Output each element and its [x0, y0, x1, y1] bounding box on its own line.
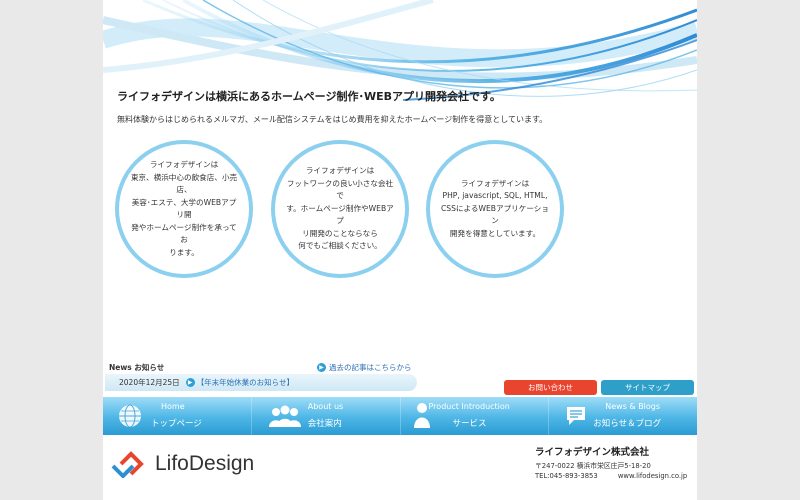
nav-home-ja: トップページ	[151, 419, 202, 429]
chat-icon	[567, 407, 586, 425]
hero-subline: 無料体験からはじめられるメルマガ、メール配信システムをはじめ費用を抑えたホームペ…	[117, 115, 548, 124]
contact-button[interactable]: お問い合わせ	[504, 380, 597, 395]
footer: LifoDesign ライフォデザイン株式会社 〒247-0022 横浜市栄区庄…	[103, 436, 697, 500]
main-nav: Home トップページ About us 会社案内 Product Introd…	[103, 397, 697, 435]
feature-circle-1: ライフォデザインは 東京、横浜中心の飲食店、小売店、 美容･エステ、大学のWEB…	[115, 140, 253, 278]
feature-circle-2: ライフォデザインは フットワークの良い小さな会社で す。ホームページ制作やWEB…	[271, 140, 409, 278]
nav-item-news[interactable]: News & Blogs お知らせ＆ブログ	[549, 397, 697, 435]
hero-wave-decoration	[103, 0, 697, 101]
hero-headline: ライフォデザインは横浜にあるホームページ制作･WEBアプリ開発会社です。	[117, 90, 501, 103]
nav-home-en: Home	[161, 402, 185, 411]
company-tel: TEL:045-893-3853	[535, 472, 598, 480]
arrow-right-icon: ▶	[317, 363, 326, 372]
nav-about-en: About us	[307, 402, 344, 411]
sitemap-button[interactable]: サイトマップ	[601, 380, 694, 395]
company-logo[interactable]: LifoDesign	[111, 450, 254, 478]
feature-circle-text: ライフォデザインは 東京、横浜中心の飲食店、小売店、 美容･エステ、大学のWEB…	[130, 160, 238, 257]
feature-circle-text: ライフォデザインは フットワークの良い小さな会社で す。ホームページ制作やWEB…	[286, 166, 394, 251]
nav-news-ja: お知らせ＆ブログ	[593, 419, 662, 429]
page: ライフォデザインは横浜にあるホームページ制作･WEBアプリ開発会社です。 無料体…	[103, 0, 697, 500]
company-contact: TEL:045-893-3853 www.lifodesign.co.jp	[535, 472, 687, 480]
feature-circle-text: ライフォデザインは PHP, javascript, SQL, HTML, CS…	[440, 178, 549, 238]
news-date: 2020年12月25日	[119, 378, 180, 387]
news-archive-link[interactable]: ▶ 過去の記事はこちらから	[317, 362, 412, 373]
news-item: 2020年12月25日 ▶ 【年末年始休業のお知らせ】	[105, 374, 417, 391]
nav-about-ja: 会社案内	[307, 419, 342, 429]
nav-item-home[interactable]: Home トップページ	[103, 397, 252, 435]
news-title-link[interactable]: ▶ 【年末年始休業のお知らせ】	[185, 377, 295, 388]
nav-service-ja: サービス	[452, 419, 487, 429]
arrow-right-icon: ▶	[185, 378, 195, 387]
logo-text: LifoDesign	[155, 452, 255, 475]
feature-circle-3: ライフォデザインは PHP, javascript, SQL, HTML, CS…	[426, 140, 564, 278]
nav-item-service[interactable]: Product Introduction サービス	[401, 397, 550, 435]
news-title: 【年末年始休業のお知らせ】	[196, 378, 295, 387]
people-icon	[268, 405, 301, 427]
nav-item-about[interactable]: About us 会社案内	[252, 397, 401, 435]
company-address: 〒247-0022 横浜市栄区庄戸5-18-20	[535, 462, 651, 470]
nav-news-en: News & Blogs	[605, 402, 661, 411]
news-label: News お知らせ	[109, 363, 165, 372]
company-url[interactable]: www.lifodesign.co.jp	[618, 472, 687, 480]
logo-mark-icon	[111, 451, 144, 478]
company-name: ライフォデザイン株式会社	[535, 447, 650, 458]
globe-icon	[119, 404, 141, 428]
nav-service-en: Product Introduction	[428, 402, 510, 411]
news-archive-label: 過去の記事はこちらから	[329, 363, 412, 372]
